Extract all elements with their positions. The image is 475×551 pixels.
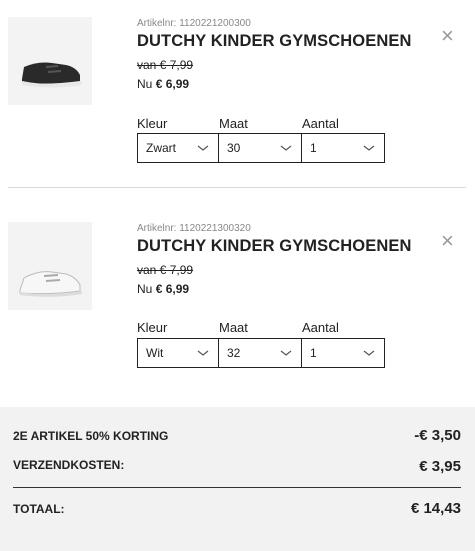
new-price-value: € 6,99 [155, 282, 190, 296]
chevron-down-icon [280, 350, 292, 356]
size-label: Maat [219, 116, 248, 131]
quantity-label: Aantal [302, 116, 339, 131]
total-divider [13, 487, 461, 488]
quantity-select-value: 1 [310, 346, 317, 360]
chevron-down-icon [363, 350, 375, 356]
chevron-down-icon [197, 350, 209, 356]
chevron-down-icon [197, 145, 209, 151]
new-price-prefix: Nu [137, 77, 156, 91]
product-title[interactable]: DUTCHY KINDER GYMSCHOENEN [137, 237, 411, 256]
size-select[interactable]: 32 [218, 338, 302, 368]
size-select-value: 30 [227, 141, 241, 155]
quantity-label: Aantal [302, 320, 339, 335]
new-price-value: € 6,99 [155, 77, 190, 91]
quantity-select-value: 1 [310, 141, 317, 155]
product-image[interactable] [8, 17, 92, 105]
article-number: Artikelnr: 1120221200300 [137, 18, 251, 29]
product-image[interactable] [8, 222, 92, 310]
total-value: € 14,43 [410, 500, 461, 517]
shipping-value: € 3,95 [419, 458, 461, 475]
chevron-down-icon [363, 145, 375, 151]
shipping-label: VERZENDKOSTEN: [13, 458, 125, 472]
size-select-value: 32 [227, 346, 241, 360]
new-price-prefix: Nu [137, 282, 156, 296]
item-divider [8, 187, 466, 188]
product-title[interactable]: DUTCHY KINDER GYMSCHOENEN [137, 32, 411, 51]
color-select[interactable]: Wit [137, 338, 219, 368]
color-select-value: Wit [146, 346, 164, 360]
size-select[interactable]: 30 [218, 133, 302, 163]
quantity-select[interactable]: 1 [301, 133, 385, 163]
new-price: Nu € 6,99 [137, 77, 189, 91]
old-price: van € 7,99 [137, 263, 194, 277]
size-label: Maat [219, 320, 248, 335]
quantity-select[interactable]: 1 [301, 338, 385, 368]
cart-item: Artikelnr: 1120221300320 DUTCHY KINDER G… [0, 205, 475, 405]
discount-value: -€ 3,50 [414, 427, 461, 444]
color-select[interactable]: Zwart [137, 133, 219, 163]
color-select-value: Zwart [146, 141, 176, 155]
remove-item-icon[interactable]: × [441, 230, 454, 252]
cart-item: Artikelnr: 1120221200300 DUTCHY KINDER G… [0, 0, 475, 188]
total-label: TOTAAL: [13, 502, 65, 516]
discount-label: 2E ARTIKEL 50% KORTING [13, 429, 169, 443]
color-label: Kleur [137, 116, 168, 131]
order-summary: 2E ARTIKEL 50% KORTING -€ 3,50 VERZENDKO… [0, 407, 475, 551]
new-price: Nu € 6,99 [137, 282, 189, 296]
old-price: van € 7,99 [137, 58, 194, 72]
color-label: Kleur [137, 320, 168, 335]
chevron-down-icon [280, 145, 292, 151]
article-number: Artikelnr: 1120221300320 [137, 223, 251, 234]
remove-item-icon[interactable]: × [441, 25, 454, 47]
